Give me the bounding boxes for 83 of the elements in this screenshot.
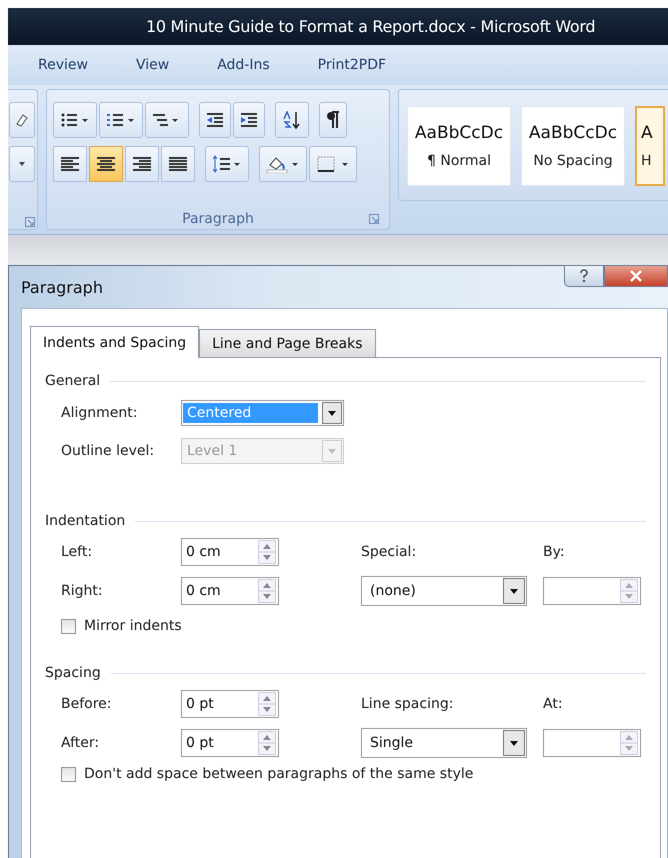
field-label: Right: — [61, 583, 104, 599]
checkbox-label: Don't add space between paragraphs of the same style — [84, 766, 474, 782]
field-label: After: — [61, 735, 100, 751]
field-label: Outline level: — [61, 443, 156, 459]
sort-icon — [282, 111, 302, 129]
spinner-icon[interactable] — [258, 692, 276, 716]
style-item[interactable]: AaBbCcDc ¶ Normal — [407, 106, 511, 186]
field-label: Line spacing: — [361, 696, 454, 712]
align-icon — [96, 156, 116, 172]
caret-icon — [18, 161, 26, 167]
alignment-button[interactable] — [161, 146, 195, 182]
section-heading: Indentation — [45, 513, 126, 529]
help-button[interactable] — [564, 265, 604, 287]
field-label: Left: — [61, 544, 94, 560]
field-label: Before: — [61, 696, 112, 712]
shading-button[interactable] — [259, 146, 307, 182]
dialog-tab[interactable]: Indents and Spacing — [30, 326, 200, 358]
ribbon-tab[interactable]: Review — [38, 53, 88, 77]
ribbon-tab[interactable]: View — [136, 53, 170, 77]
align-icon — [168, 156, 188, 172]
spin-field[interactable] — [543, 577, 641, 605]
field-label: At: — [543, 696, 564, 712]
spin-field[interactable]: 0 cm — [181, 577, 279, 605]
spin-field[interactable]: 0 pt — [181, 690, 279, 718]
style-name: H — [641, 153, 652, 169]
ribbon-tab[interactable]: Add-Ins — [217, 53, 270, 77]
alignment-button[interactable] — [125, 146, 159, 182]
field-label: Special: — [361, 544, 418, 560]
dropdown[interactable]: (none) — [361, 576, 527, 606]
checkbox-label: Mirror indents — [84, 618, 182, 634]
increase-indent-button[interactable] — [233, 102, 265, 138]
paint-bucket-icon — [266, 155, 300, 173]
pilcrow-icon — [326, 111, 340, 129]
bullet-list-icon — [60, 112, 90, 128]
close-icon — [629, 270, 643, 282]
close-button[interactable] — [604, 265, 668, 287]
line-spacing-icon — [212, 155, 242, 173]
spinner-icon[interactable] — [258, 540, 276, 564]
line-spacing-button[interactable] — [205, 146, 249, 182]
spinner-icon[interactable] — [258, 731, 276, 755]
align-icon — [132, 156, 152, 172]
spin-field[interactable]: 0 pt — [181, 729, 279, 757]
border-icon — [316, 155, 350, 173]
alignment-button[interactable] — [89, 146, 123, 182]
eraser-icon — [15, 112, 29, 128]
field-label: Alignment: — [61, 405, 138, 421]
style-name: ¶ Normal — [426, 153, 491, 169]
dropdown[interactable]: Single — [361, 728, 527, 758]
pilcrow-button[interactable] — [319, 102, 347, 138]
ribbon-tab[interactable]: Print2PDF — [318, 53, 386, 77]
style-name: No Spacing — [533, 153, 613, 169]
checkbox[interactable] — [61, 766, 76, 782]
alignment-button[interactable] — [53, 146, 87, 182]
spin-field[interactable] — [543, 729, 641, 757]
align-icon — [60, 156, 80, 172]
numbering-button[interactable] — [99, 102, 143, 138]
style-preview: AaBbCcDc — [528, 123, 618, 143]
sort-button[interactable] — [275, 102, 309, 138]
outdent-icon — [206, 112, 224, 128]
multilevel-list-button[interactable] — [145, 102, 189, 138]
dialog-launcher-icon[interactable] — [369, 214, 379, 224]
checkbox[interactable] — [61, 618, 76, 634]
bullets-button[interactable] — [53, 102, 97, 138]
spin-field[interactable]: 0 cm — [181, 538, 279, 566]
numbered-list-icon — [106, 112, 136, 128]
style-preview: AaBbCcDc — [414, 123, 504, 143]
style-item[interactable]: AaBbCcDc No Spacing — [521, 106, 625, 186]
section-heading: General — [45, 373, 100, 389]
field-label: By: — [543, 544, 566, 560]
group-label: Paragraph — [182, 211, 254, 227]
borders-button[interactable] — [309, 146, 357, 182]
indent-icon — [240, 112, 258, 128]
window-title: 10 Minute Guide to Format a Report.docx - Microsoft Word — [146, 17, 596, 36]
dialog-tab[interactable]: Line and Page Breaks — [199, 329, 376, 357]
style-preview: A — [641, 123, 653, 143]
spinner-icon[interactable] — [258, 579, 276, 603]
dialog-launcher-icon[interactable] — [25, 217, 35, 227]
help-icon — [578, 269, 590, 283]
clear-format-button[interactable] — [9, 102, 35, 138]
section-heading: Spacing — [45, 665, 101, 681]
dialog-title: Paragraph — [21, 278, 103, 296]
style-item[interactable]: A H — [635, 106, 665, 186]
decrease-indent-button[interactable] — [199, 102, 231, 138]
